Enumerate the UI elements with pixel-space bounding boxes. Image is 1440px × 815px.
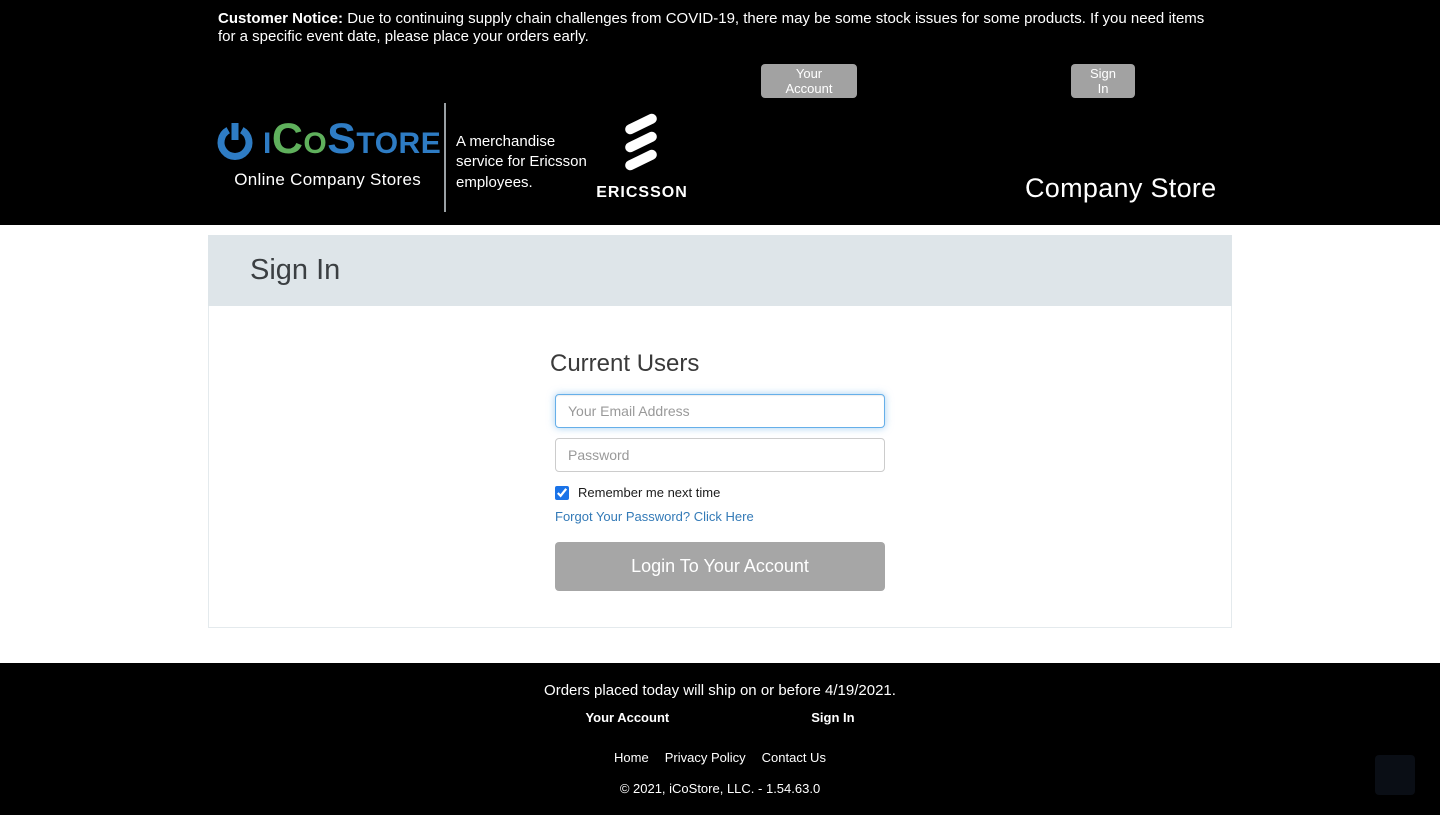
remember-label: Remember me next time xyxy=(578,485,720,500)
logo-part-i: i xyxy=(263,115,272,163)
merchandise-tagline: A merchandise service for Ericsson emplo… xyxy=(456,132,596,193)
signin-panel: Sign In Current Users Remember me next t… xyxy=(208,235,1232,628)
copyright-text: © 2021, iCoStore, LLC. - 1.54.63.0 xyxy=(0,781,1440,796)
header-divider xyxy=(444,103,446,212)
sign-in-button[interactable]: Sign In xyxy=(1071,64,1135,98)
footer-sign-in-link[interactable]: Sign In xyxy=(811,710,854,725)
company-store-title: Company Store xyxy=(1025,173,1217,204)
icostore-logo-row: iCoStore xyxy=(214,118,441,161)
ericsson-logo: ERICSSON xyxy=(594,114,690,202)
back-to-top-button[interactable] xyxy=(1375,755,1415,795)
footer-home-link[interactable]: Home xyxy=(614,750,649,765)
login-button[interactable]: Login To Your Account xyxy=(555,542,885,591)
email-input[interactable] xyxy=(555,394,885,428)
logo-tagline: Online Company Stores xyxy=(214,170,441,190)
footer-your-account-link[interactable]: Your Account xyxy=(585,710,669,725)
icostore-logo[interactable]: iCoStore Online Company Stores xyxy=(214,118,441,190)
ericsson-bars-icon xyxy=(622,114,662,174)
password-input[interactable] xyxy=(555,438,885,472)
customer-notice: Customer Notice: Due to continuing suppl… xyxy=(218,10,1210,45)
ericsson-wordmark: ERICSSON xyxy=(594,184,690,202)
forgot-password-link[interactable]: Forgot Your Password? Click Here xyxy=(555,509,754,524)
your-account-button[interactable]: Your Account xyxy=(761,64,857,98)
panel-title: Sign In xyxy=(250,254,340,287)
site-header: Customer Notice: Due to continuing suppl… xyxy=(0,0,1440,225)
logo-part-co: Co xyxy=(272,115,327,163)
power-icon xyxy=(214,119,256,161)
footer-contact-us-link[interactable]: Contact Us xyxy=(762,750,826,765)
icostore-wordmark: iCoStore xyxy=(263,118,441,161)
customer-notice-text: Due to continuing supply chain challenge… xyxy=(218,10,1204,45)
shipping-notice: Orders placed today will ship on or befo… xyxy=(0,663,1440,699)
footer-nav-links: Home Privacy Policy Contact Us xyxy=(0,750,1440,765)
logo-part-store: Store xyxy=(327,115,441,163)
form-title: Current Users xyxy=(550,350,885,378)
signin-panel-header: Sign In xyxy=(208,235,1232,306)
remember-checkbox[interactable] xyxy=(555,486,569,500)
footer-account-links: Your Account Sign In xyxy=(0,710,1440,725)
footer-privacy-policy-link[interactable]: Privacy Policy xyxy=(665,750,746,765)
customer-notice-label: Customer Notice: xyxy=(218,10,343,27)
remember-me-row: Remember me next time xyxy=(555,485,885,500)
main-content: Sign In Current Users Remember me next t… xyxy=(0,225,1440,628)
signin-panel-body: Current Users Remember me next time Forg… xyxy=(208,306,1232,628)
signin-form: Current Users Remember me next time Forg… xyxy=(555,350,885,591)
site-footer: Orders placed today will ship on or befo… xyxy=(0,663,1440,815)
